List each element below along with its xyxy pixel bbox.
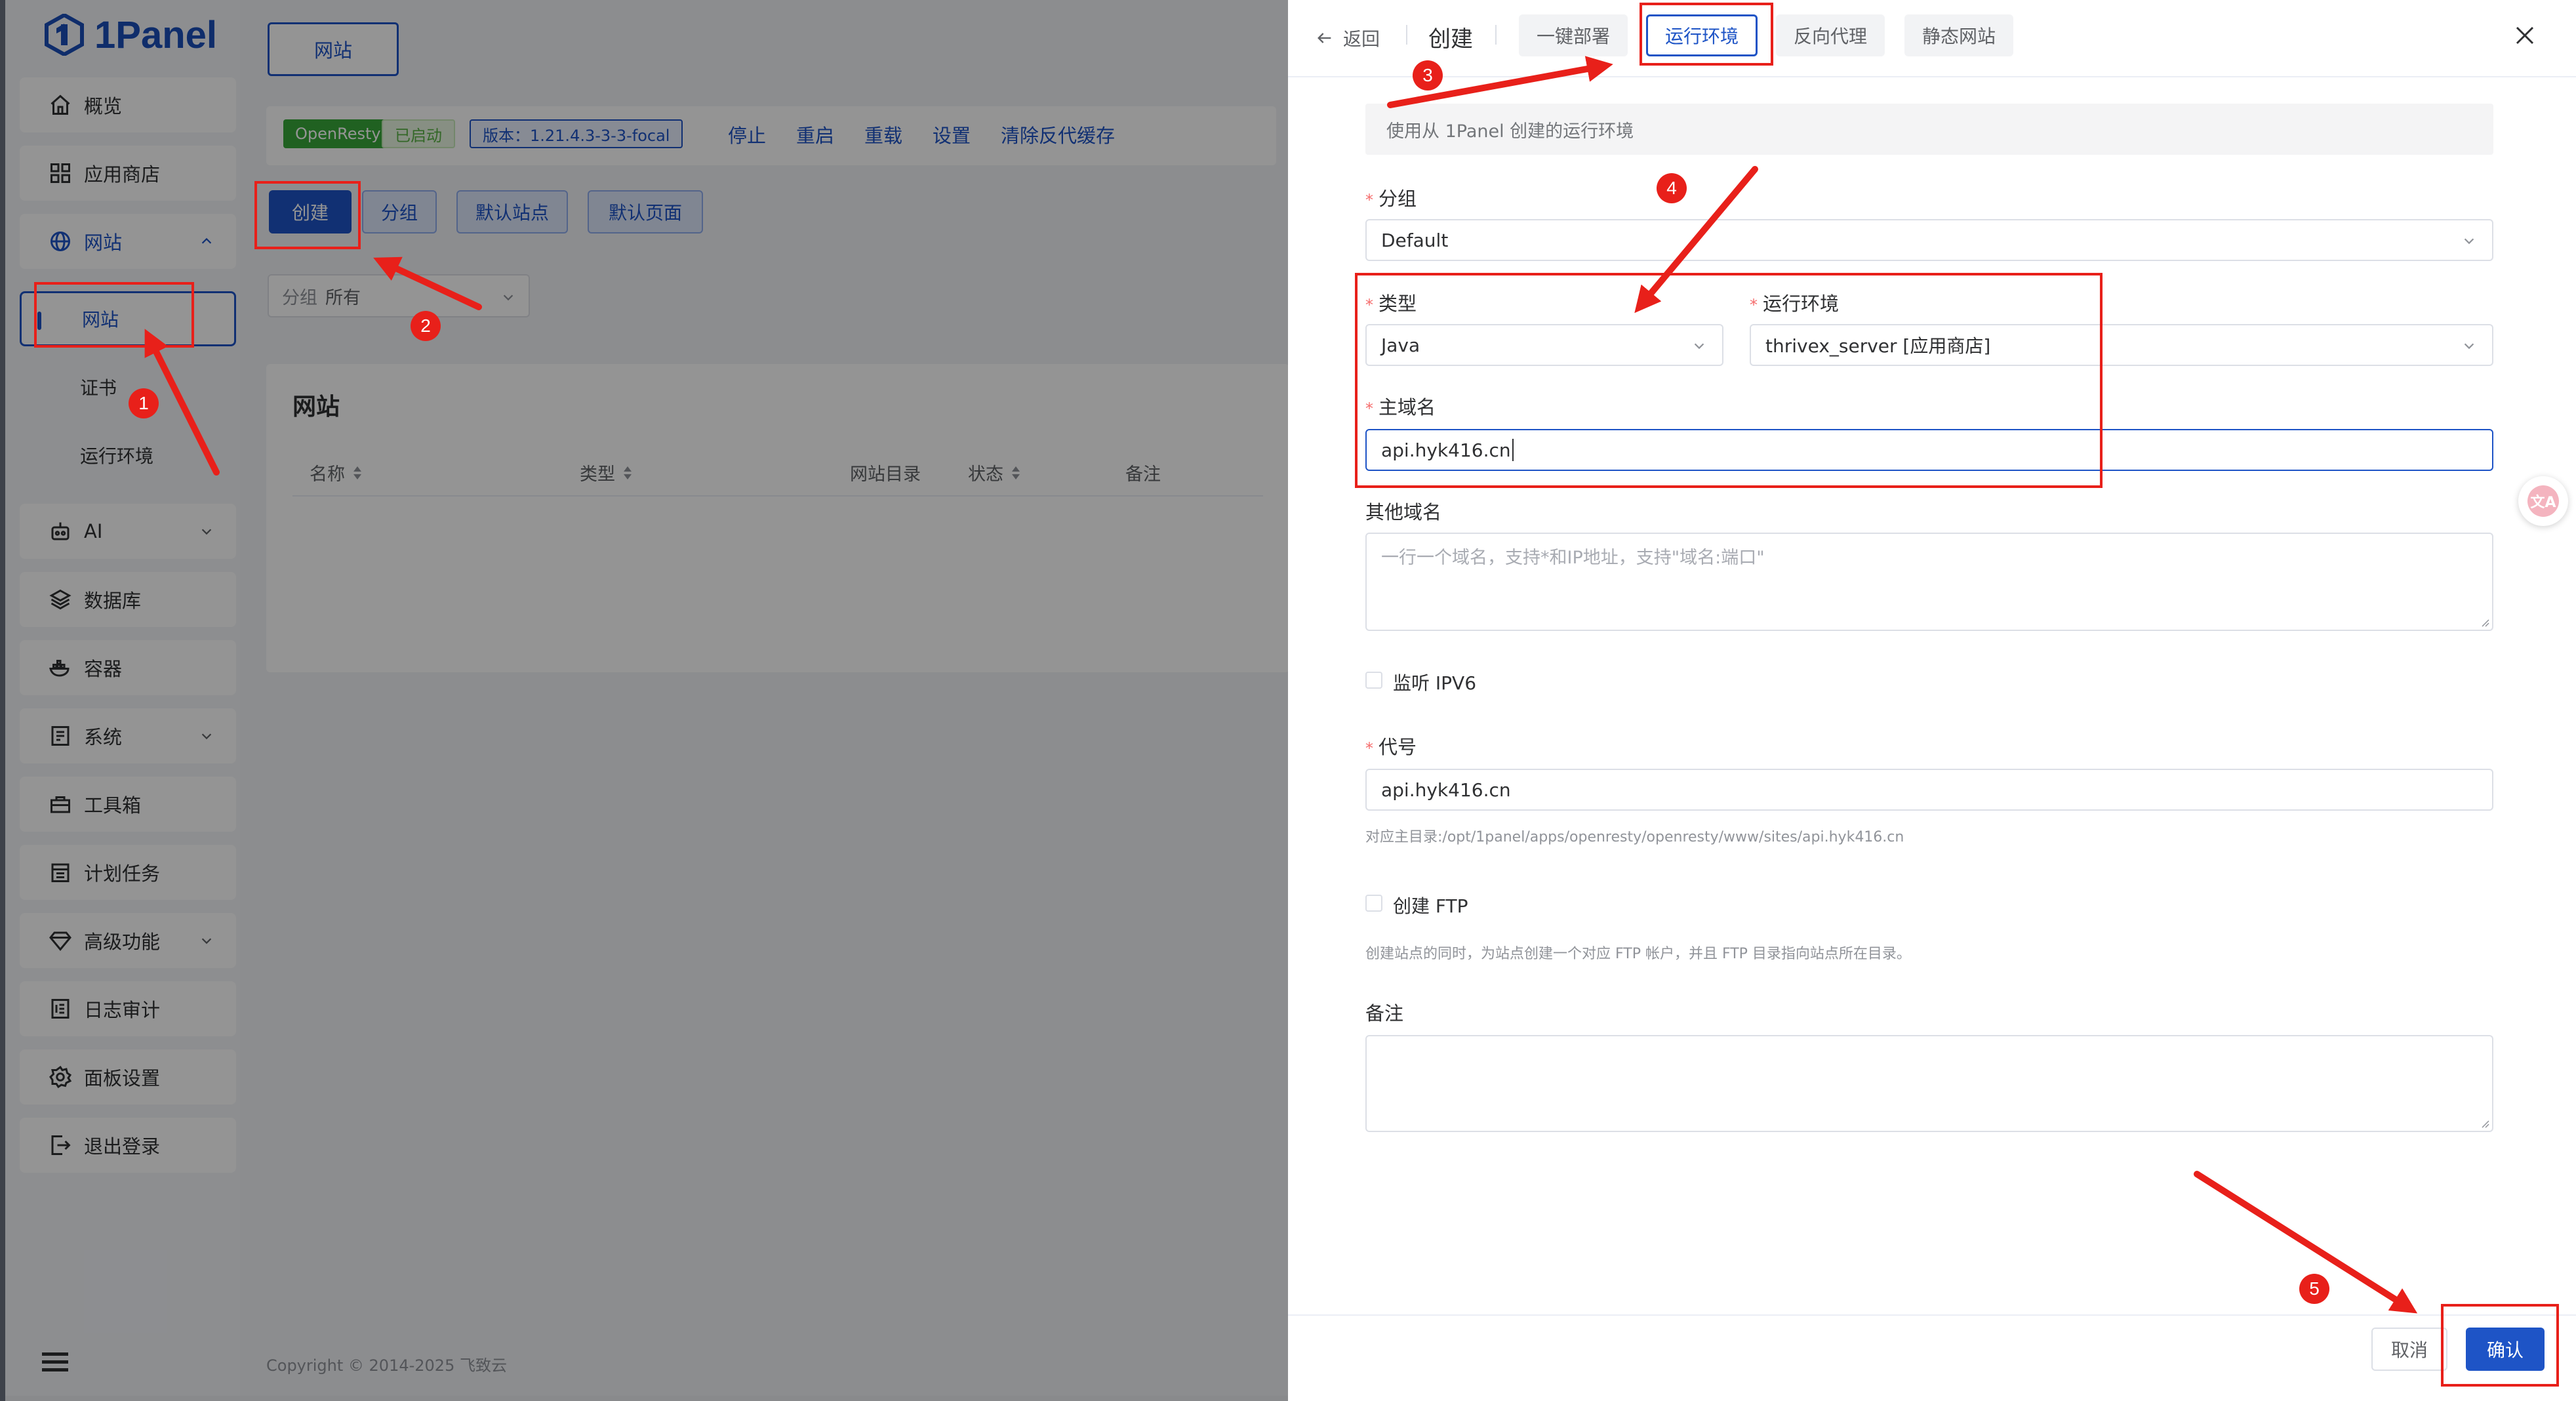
step-marker-5: 5 [2299,1274,2329,1304]
translate-icon: 文A [2527,485,2559,517]
other-domains-label: 其他域名 [1365,501,1442,523]
ftp-label: 创建 FTP [1393,895,1468,917]
alias-hint: 对应主目录:/opt/1panel/apps/openresty/openres… [1365,829,1904,845]
ftp-checkbox[interactable] [1365,895,1382,912]
other-domains-textarea[interactable]: 一行一个域名，支持*和IP地址，支持"域名:端口" [1365,533,2493,631]
step-marker-4: 4 [1657,173,1687,203]
highlight-runtime-tab [1640,3,1773,66]
step-marker-3: 3 [1413,60,1443,91]
back-label: 返回 [1343,28,1380,50]
resize-handle-icon[interactable] [2480,618,2489,627]
group-value: Default [1381,229,1449,251]
remark-label: 备注 [1365,1002,1404,1025]
header-divider [1406,25,1407,45]
ipv6-checkbox[interactable] [1365,672,1382,689]
alias-label: * 代号 [1365,736,1417,758]
remark-textarea[interactable] [1365,1035,2493,1132]
alias-value: api.hyk416.cn [1381,779,1511,801]
tab-reverse-proxy[interactable]: 反向代理 [1776,14,1885,56]
chevron-down-icon [2464,238,2474,245]
cancel-button[interactable]: 取消 [2371,1328,2447,1371]
highlight-confirm-button [2441,1304,2559,1387]
ipv6-label: 监听 IPV6 [1393,672,1477,694]
ftp-hint: 创建站点的同时，为站点创建一个对应 FTP 帐户，并且 FTP 目录指向站点所在… [1365,946,1911,962]
drawer-title: 创建 [1428,26,1473,52]
chevron-down-icon [2464,343,2474,350]
arrow-left-icon [1318,33,1331,43]
highlight-create-button [254,181,361,249]
header-divider [1495,25,1497,45]
step-marker-2: 2 [411,311,441,341]
group-label: * 分组 [1365,188,1417,210]
header-border [1288,76,2576,77]
translate-button[interactable]: 文A [2518,476,2568,526]
other-domains-placeholder: 一行一个域名，支持*和IP地址，支持"域名:端口" [1381,548,1765,568]
tab-static-site[interactable]: 静态网站 [1904,14,2013,56]
footer-border [1288,1314,2576,1316]
step-marker-1: 1 [129,388,159,418]
highlight-form-fields [1355,273,2103,488]
runtime-note: 使用从 1Panel 创建的运行环境 [1365,104,2493,155]
alias-input[interactable]: api.hyk416.cn [1365,769,2493,811]
modal-overlay[interactable] [0,0,1288,1401]
group-select[interactable]: Default [1365,219,2493,261]
highlight-websites-menu [34,282,194,348]
resize-handle-icon[interactable] [2480,1119,2489,1128]
back-button[interactable]: 返回 [1316,25,1380,51]
create-website-drawer: 返回 创建 一键部署 运行环境 反向代理 静态网站 使用从 1Panel 创建的… [1288,0,2576,1401]
tab-one-click-deploy[interactable]: 一键部署 [1519,14,1628,56]
close-icon[interactable] [2513,24,2537,47]
